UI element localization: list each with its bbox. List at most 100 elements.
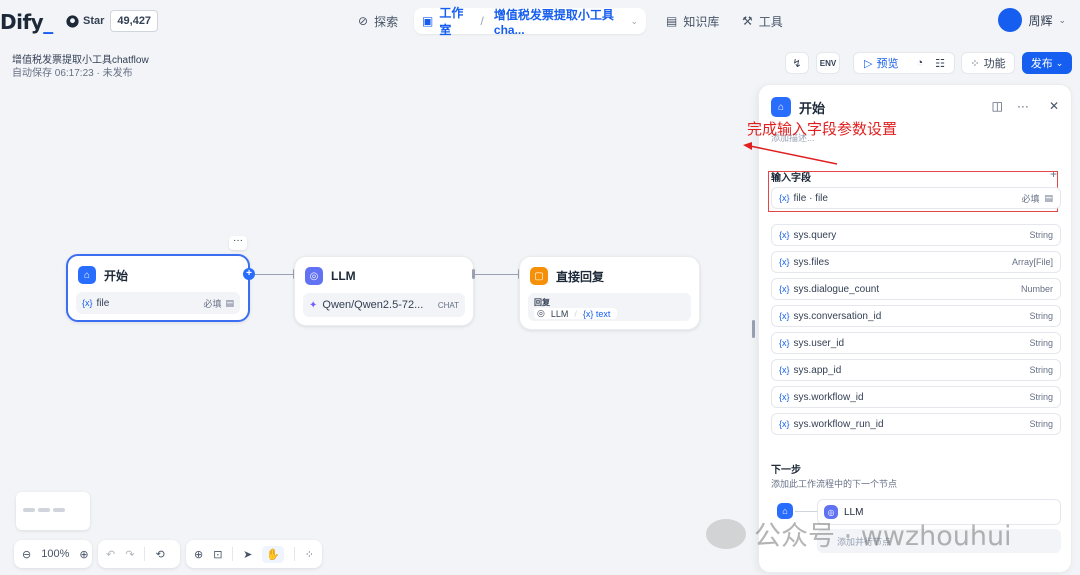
panel-resize-handle[interactable]	[752, 320, 755, 338]
github-star-label: Star	[83, 15, 105, 27]
autosave-status: 自动保存 06:17:23 · 未发布	[12, 68, 133, 79]
sys-var-row: {x} sys.query String	[771, 224, 1061, 246]
sys-var-type: String	[1029, 365, 1053, 375]
canvas-tools: ⊕ ⊡ ➤ ✋ ⁘	[186, 540, 322, 568]
llm-icon: ◎	[305, 267, 323, 285]
reply-icon: ▢	[530, 267, 548, 285]
env-button[interactable]: ENV	[816, 52, 840, 74]
features-icon: ⁘	[970, 57, 980, 70]
answer-reply-field: 回复 ◎ LLM / {x} text	[528, 293, 691, 321]
layout-grid-icon[interactable]: ⁘	[305, 548, 314, 561]
preview-group: ▷ 预览 ◔ ☷	[853, 52, 955, 74]
zoom-control: ⊖ 100% ⊕	[14, 540, 92, 568]
answer-reply-label: 回复	[534, 298, 550, 307]
sys-var-type: String	[1029, 230, 1053, 240]
env-icon: ENV	[819, 58, 837, 68]
nav-knowledge-label: 知识库	[683, 14, 720, 29]
divider	[294, 547, 295, 561]
nav-knowledge[interactable]: ▤ 知识库	[658, 8, 727, 34]
checklist-icon: ↯	[792, 57, 802, 70]
zoom-level[interactable]: 100%	[41, 548, 69, 560]
more-icon[interactable]: ···	[1017, 99, 1029, 113]
node-more-button[interactable]: ···	[229, 236, 247, 250]
minimap[interactable]	[16, 492, 90, 530]
github-icon	[66, 14, 79, 28]
llm-small-icon: ◎	[537, 308, 545, 318]
nav-studio[interactable]: ▣ 工作室 / 增值税发票提取小工具cha... ⌄	[414, 6, 646, 37]
edge-start-llm	[255, 274, 293, 275]
sys-var-row: {x} sys.app_id String	[771, 359, 1061, 381]
close-icon[interactable]: ✕	[1049, 99, 1059, 113]
sys-var-type: String	[1029, 419, 1053, 429]
llm-node[interactable]: ◎ LLM ✦ Qwen/Qwen2.5-72... CHAT	[294, 256, 474, 326]
zoom-out-icon[interactable]: ⊖	[22, 548, 31, 561]
required-tag: 必填	[203, 298, 222, 309]
avatar	[998, 8, 1023, 32]
sys-var-type: String	[1029, 338, 1053, 348]
input-field-name: file · file	[793, 192, 828, 204]
checklist-button[interactable]: ↯	[785, 52, 809, 74]
sys-var-type: Array[File]	[1011, 257, 1053, 267]
robot-icon: ▣	[422, 14, 434, 28]
app-breadcrumb[interactable]: 增值税发票提取小工具cha...	[494, 6, 625, 37]
top-nav-bar: Dify_ Star 49,427 ⊘ 探索 ▣ 工作室 / 增值税发票提取小工…	[0, 0, 1080, 42]
doc-icon: ▤	[225, 297, 234, 308]
layout-icon[interactable]: ◫	[992, 99, 1003, 113]
pointer-icon[interactable]: ➤	[243, 548, 252, 561]
llm-output-handle[interactable]	[472, 269, 475, 279]
wechat-icon	[706, 518, 746, 549]
publish-button[interactable]: 发布 ⌄	[1022, 52, 1072, 74]
answer-ref-var: {x} text	[582, 308, 611, 319]
sys-var-type: String	[1029, 392, 1053, 402]
nav-studio-label: 工作室	[439, 6, 464, 37]
divider	[232, 547, 234, 561]
edge-llm-answer	[474, 274, 520, 275]
publish-label: 发布	[1030, 58, 1053, 70]
watermark-text: 公众号 · wwzhouhui	[754, 521, 1012, 552]
answer-ref-node: LLM	[550, 308, 569, 319]
sys-var-type: Number	[1020, 284, 1053, 294]
nav-explore[interactable]: ⊘ 探索	[350, 8, 406, 34]
nav-tools[interactable]: ⚒ 工具	[734, 8, 791, 34]
book-icon: ▤	[666, 14, 678, 28]
sys-var-name: sys.query	[793, 229, 837, 241]
history-icon[interactable]: ◔	[916, 57, 923, 69]
input-field-file[interactable]: {x} file · file 必填 ▤	[771, 187, 1061, 209]
tool-icon: ⚒	[742, 14, 753, 28]
sys-var-name: sys.conversation_id	[793, 310, 882, 322]
doc-icon: ▤	[1044, 192, 1053, 203]
sys-var-name: sys.workflow_run_id	[793, 418, 884, 430]
add-node-icon[interactable]: ⊕	[194, 548, 203, 561]
note-icon[interactable]: ⊡	[213, 548, 222, 561]
hand-icon[interactable]: ✋	[262, 545, 285, 563]
github-star-widget[interactable]: Star 49,427	[62, 10, 159, 32]
list-icon[interactable]: ☷	[935, 57, 945, 70]
logo-text: Dify	[0, 10, 44, 34]
sys-var-name: sys.dialogue_count	[793, 283, 880, 295]
sys-var-row: {x} sys.conversation_id String	[771, 305, 1061, 327]
features-button[interactable]: ⁘ 功能	[961, 52, 1015, 74]
undo-icon[interactable]: ↶	[106, 548, 115, 561]
llm-mode-tag: CHAT	[437, 300, 459, 310]
panel-title: 开始	[799, 100, 826, 116]
home-icon: ⌂	[771, 97, 791, 117]
llm-node-title: LLM	[331, 269, 356, 283]
minimap-node	[38, 508, 50, 512]
next-step-desc: 添加此工作流程中的下一个节点	[771, 479, 898, 489]
sys-var-row: {x} sys.user_id String	[771, 332, 1061, 354]
dify-logo[interactable]: Dify_	[0, 10, 53, 34]
sys-var-row: {x} sys.dialogue_count Number	[771, 278, 1061, 300]
sys-var-row: {x} sys.files Array[File]	[771, 251, 1061, 273]
start-node[interactable]: ⌂ 开始 {x} file 必填 ▤	[66, 254, 250, 322]
preview-button[interactable]: 预览	[876, 55, 898, 71]
variable-icon: {x}	[779, 257, 790, 267]
history-icon[interactable]: ⟲	[155, 548, 164, 561]
answer-node[interactable]: ▢ 直接回复 回复 ◎ LLM / {x} text	[519, 256, 700, 330]
add-node-port[interactable]: +	[243, 268, 255, 280]
github-star-count: 49,427	[110, 10, 159, 32]
variable-icon: {x}	[82, 298, 93, 308]
redo-icon[interactable]: ↷	[125, 548, 134, 561]
user-menu[interactable]: 周辉 ⌄	[998, 8, 1066, 32]
variable-icon: {x}	[779, 311, 790, 321]
zoom-in-icon[interactable]: ⊕	[79, 548, 88, 561]
